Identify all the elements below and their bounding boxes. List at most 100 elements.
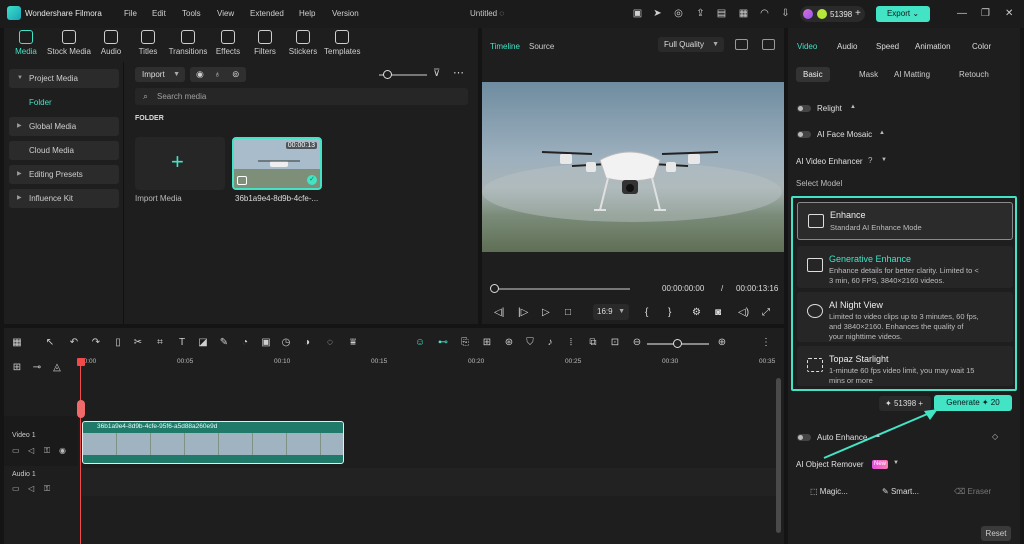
pip-icon[interactable]: ⧉ [587,337,599,348]
crop-icon[interactable]: ⌗ [154,337,166,348]
aspect-ratio-dropdown[interactable]: 16:9 ▼ [593,304,629,320]
tab-video[interactable]: Video [797,42,817,51]
lock-icon[interactable]: ⚿ [44,484,50,494]
record-screen-icon[interactable]: ◉ [196,69,204,80]
play-icon[interactable]: ▷ [542,307,550,318]
tab-animation[interactable]: Animation [915,42,951,51]
speaker-icon[interactable]: ◁ [28,446,34,455]
sidebar-item-cloud-media[interactable]: Cloud Media [9,141,119,160]
tool-stock-media[interactable]: Stock Media [46,30,92,56]
tool-effects[interactable]: Effects [215,30,241,56]
sidebar-item-editing-presets[interactable]: ▶ Editing Presets [9,165,119,184]
shape-icon[interactable]: ◪ [197,337,209,348]
restore-icon[interactable]: ❐ [981,8,990,19]
menu-view[interactable]: View [217,9,234,18]
undo-icon[interactable]: ↶ [68,337,80,348]
audio-wave-icon[interactable]: ⦙ [565,337,577,348]
cloud-upload-icon[interactable]: ⇪ [695,8,706,19]
generate-button[interactable]: Generate ✦ 20 [934,395,1012,411]
link-tracks-icon[interactable]: ⊸ [31,362,43,373]
keyframe-icon[interactable]: ◇ [992,432,998,441]
zoom-slider[interactable] [647,339,709,348]
close-icon[interactable]: ✕ [1005,8,1013,19]
timeline-scrollbar[interactable] [776,378,781,533]
import-media-tile[interactable]: + [135,137,225,190]
caret-down-icon[interactable]: ▼ [881,157,887,163]
menu-edit[interactable]: Edit [152,9,166,18]
timeline-video-clip[interactable]: 36b1a9e4-8d9b-4cfe-95f6-a5d88a260e9d [82,421,344,464]
tool-filters[interactable]: Filters [253,30,277,56]
help-icon[interactable]: ? [868,156,872,165]
layout-grid-icon[interactable]: ▦ [11,337,23,348]
menu-file[interactable]: File [124,9,137,18]
transition-icon[interactable]: ⊞ [481,337,493,348]
zoom-in-icon[interactable]: ⊕ [716,337,728,348]
link-icon[interactable]: ⊷ [437,337,449,348]
speed-icon[interactable]: ◔ [239,337,251,348]
tab-source[interactable]: Source [529,42,554,51]
speaker-icon[interactable]: ◁ [28,484,34,493]
model-topaz-starlight[interactable]: Topaz Starlight 1-minute 60 fps video li… [797,346,1013,386]
render-preview-icon[interactable] [735,39,748,50]
mark-out-icon[interactable]: } [668,307,671,318]
menu-help[interactable]: Help [299,9,315,18]
caret-up-icon[interactable]: ▲ [879,130,885,136]
avatar[interactable] [803,9,813,19]
grid-icon[interactable]: ▦ [738,8,749,19]
camera-icon[interactable]: ◙ [715,307,721,318]
menu-version[interactable]: Version [332,9,359,18]
face-mosaic-toggle[interactable] [797,131,811,138]
snapshot-icon[interactable]: ⊡ [609,337,621,348]
import-dropdown[interactable]: Import ▼ [135,67,185,82]
menu-tools[interactable]: Tools [182,9,201,18]
tab-timeline[interactable]: Timeline [490,42,520,51]
smart-brush-tool[interactable]: ✎ Smart... [882,487,919,496]
subtab-basic[interactable]: Basic [796,67,830,82]
playhead-marker[interactable] [77,400,85,418]
sidebar-item-project-media[interactable]: ▼ Project Media [9,69,119,88]
filter-icon[interactable]: ⊽ [433,68,440,79]
prev-frame-icon[interactable]: ◁| [494,307,504,318]
minimize-icon[interactable]: — [957,8,967,19]
render-icon[interactable]: ⎘ [459,337,471,348]
send-icon[interactable]: ➤ [652,8,663,19]
snapshot-image-icon[interactable] [762,39,775,50]
headset-icon[interactable]: ◠ [759,8,770,19]
export-button[interactable]: Export ⌄ [876,6,930,22]
pen-icon[interactable]: ✎ [218,337,230,348]
lightbulb-icon[interactable]: ◎ [673,8,684,19]
audio-track-lane[interactable] [80,468,780,496]
model-enhance[interactable]: Enhance Standard AI Enhance Mode [797,202,1013,240]
sidebar-item-influence-kit[interactable]: ▶ Influence Kit [9,189,119,208]
reset-button[interactable]: Reset [981,526,1011,541]
caret-up-icon[interactable]: ▲ [875,433,881,439]
magnet-icon[interactable]: ◬ [51,362,63,373]
zoom-knob[interactable] [673,339,682,348]
menu-extended[interactable]: Extended [250,9,284,18]
step-back-icon[interactable]: |▷ [518,307,528,318]
timer-icon[interactable]: ◷ [280,337,292,348]
tool-media[interactable]: Media [12,30,40,56]
gift-icon[interactable]: ▣ [632,8,643,19]
save-icon[interactable]: ▤ [716,8,727,19]
subtab-mask[interactable]: Mask [852,67,885,82]
eye-icon[interactable]: ◉ [59,446,66,455]
text-icon[interactable]: T [176,337,188,348]
subtab-ai-matting[interactable]: AI Matting [887,67,937,82]
microphone-icon[interactable]: ♪ [544,337,556,348]
model-ai-night-view[interactable]: AI Night View Limited to video clips up … [797,292,1013,342]
relight-toggle[interactable] [797,105,811,112]
playback-progress[interactable] [490,284,630,293]
tab-speed[interactable]: Speed [876,42,899,51]
volume-icon[interactable]: ◁) [738,307,749,318]
tab-audio[interactable]: Audio [837,42,857,51]
tab-color[interactable]: Color [972,42,991,51]
ai-copilot-icon[interactable]: ☺ [414,337,426,348]
freeze-icon[interactable]: ▣ [260,337,272,348]
sidebar-item-global-media[interactable]: ▶ Global Media [9,117,119,136]
tool-stickers[interactable]: Stickers [288,30,318,56]
add-track-icon[interactable]: ⊞ [11,362,23,373]
eraser-tool[interactable]: ⌫ Eraser [954,487,991,496]
tool-templates[interactable]: Templates [324,30,360,56]
playhead-handle[interactable] [77,358,85,366]
